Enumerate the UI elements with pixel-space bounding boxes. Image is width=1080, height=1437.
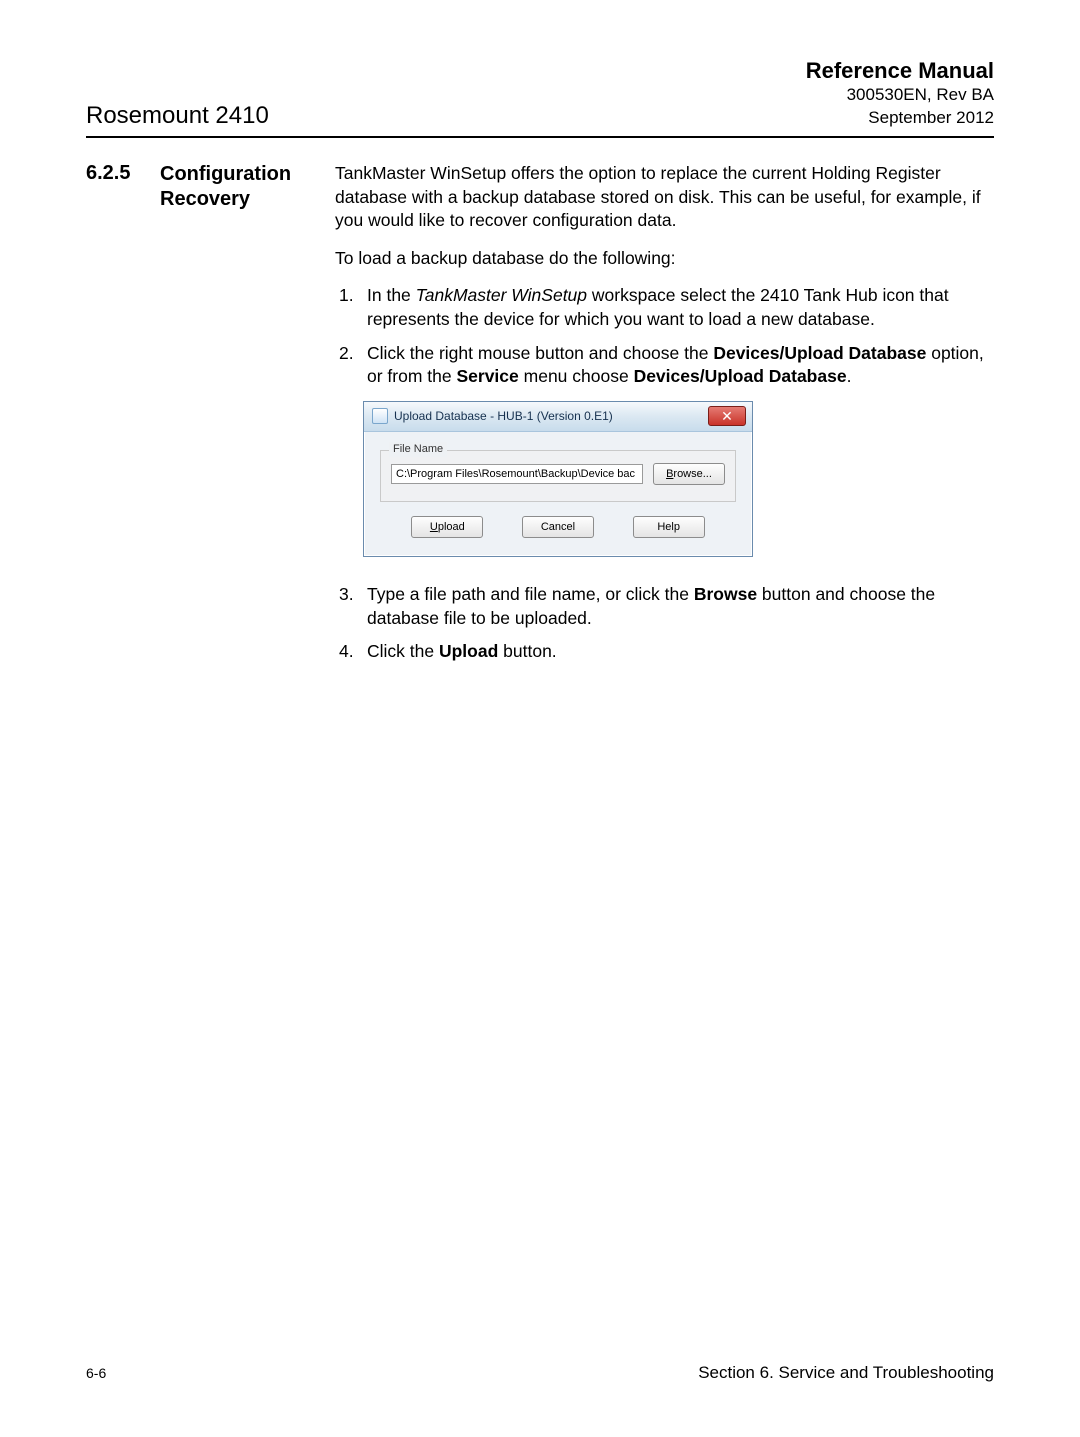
b: Upload [439, 641, 498, 661]
step-text: Click the right mouse button and choose … [367, 343, 984, 387]
close-icon: ✕ [721, 409, 733, 423]
step-text: Type a file path and file name, or click… [367, 584, 935, 628]
t: . [847, 366, 852, 386]
ul: U [430, 521, 438, 533]
help-button[interactable]: Help [633, 516, 705, 538]
step-text: In the TankMaster WinSetup workspace sel… [367, 285, 949, 329]
intro-paragraph: TankMaster WinSetup offers the option to… [335, 162, 994, 233]
reference-manual-title: Reference Manual [806, 58, 994, 84]
page: Rosemount 2410 Reference Manual 300530EN… [0, 0, 1080, 1437]
b: Service [456, 366, 518, 386]
step-1: 1. In the TankMaster WinSetup workspace … [363, 284, 994, 331]
file-name-fieldset: File Name Browse... [380, 450, 736, 502]
dialog-button-row: Upload Cancel Help [380, 502, 736, 542]
content: 6.2.5 Configuration Recovery TankMaster … [86, 162, 994, 674]
b: Browse [694, 584, 757, 604]
step-num: 1. [339, 284, 354, 308]
step-text: Click the Upload button. [367, 641, 557, 661]
t: pload [438, 521, 465, 533]
app-icon [372, 408, 388, 424]
dialog-screenshot: Upload Database - HUB-1 (Version 0.E1) ✕… [363, 401, 994, 557]
dialog-titlebar: Upload Database - HUB-1 (Version 0.E1) ✕ [364, 402, 752, 432]
t: Click the right mouse button and choose … [367, 343, 713, 363]
t: rowse... [673, 468, 712, 480]
file-row: Browse... [391, 463, 725, 485]
section-number: 6.2.5 [86, 162, 140, 674]
product-name: Rosemount 2410 [86, 102, 269, 130]
dialog-title-text: Upload Database - HUB-1 (Version 0.E1) [394, 408, 613, 424]
t: menu choose [519, 366, 634, 386]
step-num: 2. [339, 342, 354, 366]
lead-paragraph: To load a backup database do the followi… [335, 247, 994, 271]
steps-list: 1. In the TankMaster WinSetup workspace … [335, 284, 994, 389]
page-header: Rosemount 2410 Reference Manual 300530EN… [86, 58, 994, 138]
close-button[interactable]: ✕ [708, 406, 746, 426]
em: TankMaster WinSetup [416, 285, 587, 305]
upload-database-dialog: Upload Database - HUB-1 (Version 0.E1) ✕… [363, 401, 753, 557]
doc-number: 300530EN, Rev BA [806, 84, 994, 107]
t: button. [498, 641, 556, 661]
dialog-body: File Name Browse... Upload Cancel Help [364, 432, 752, 556]
file-name-legend: File Name [389, 442, 447, 457]
browse-button[interactable]: Browse... [653, 463, 725, 485]
page-number: 6-6 [86, 1365, 106, 1381]
b: Devices/Upload Database [713, 343, 926, 363]
step-num: 3. [339, 583, 354, 607]
t: Type a file path and file name, or click… [367, 584, 694, 604]
cancel-button[interactable]: Cancel [522, 516, 594, 538]
page-footer: 6-6 Section 6. Service and Troubleshooti… [86, 1363, 994, 1383]
b: Devices/Upload Database [634, 366, 847, 386]
footer-section: Section 6. Service and Troubleshooting [698, 1363, 994, 1383]
doc-date: September 2012 [806, 107, 994, 130]
t: In the [367, 285, 416, 305]
t: Click the [367, 641, 439, 661]
step-4: 4. Click the Upload button. [363, 640, 994, 664]
steps-list-continued: 3. Type a file path and file name, or cl… [335, 583, 994, 664]
file-path-input[interactable] [391, 464, 643, 484]
step-3: 3. Type a file path and file name, or cl… [363, 583, 994, 630]
section-title: Configuration Recovery [160, 162, 315, 674]
section-body: TankMaster WinSetup offers the option to… [335, 162, 994, 674]
upload-button[interactable]: Upload [411, 516, 483, 538]
step-num: 4. [339, 640, 354, 664]
doc-meta: Reference Manual 300530EN, Rev BA Septem… [806, 58, 994, 130]
step-2: 2. Click the right mouse button and choo… [363, 342, 994, 389]
